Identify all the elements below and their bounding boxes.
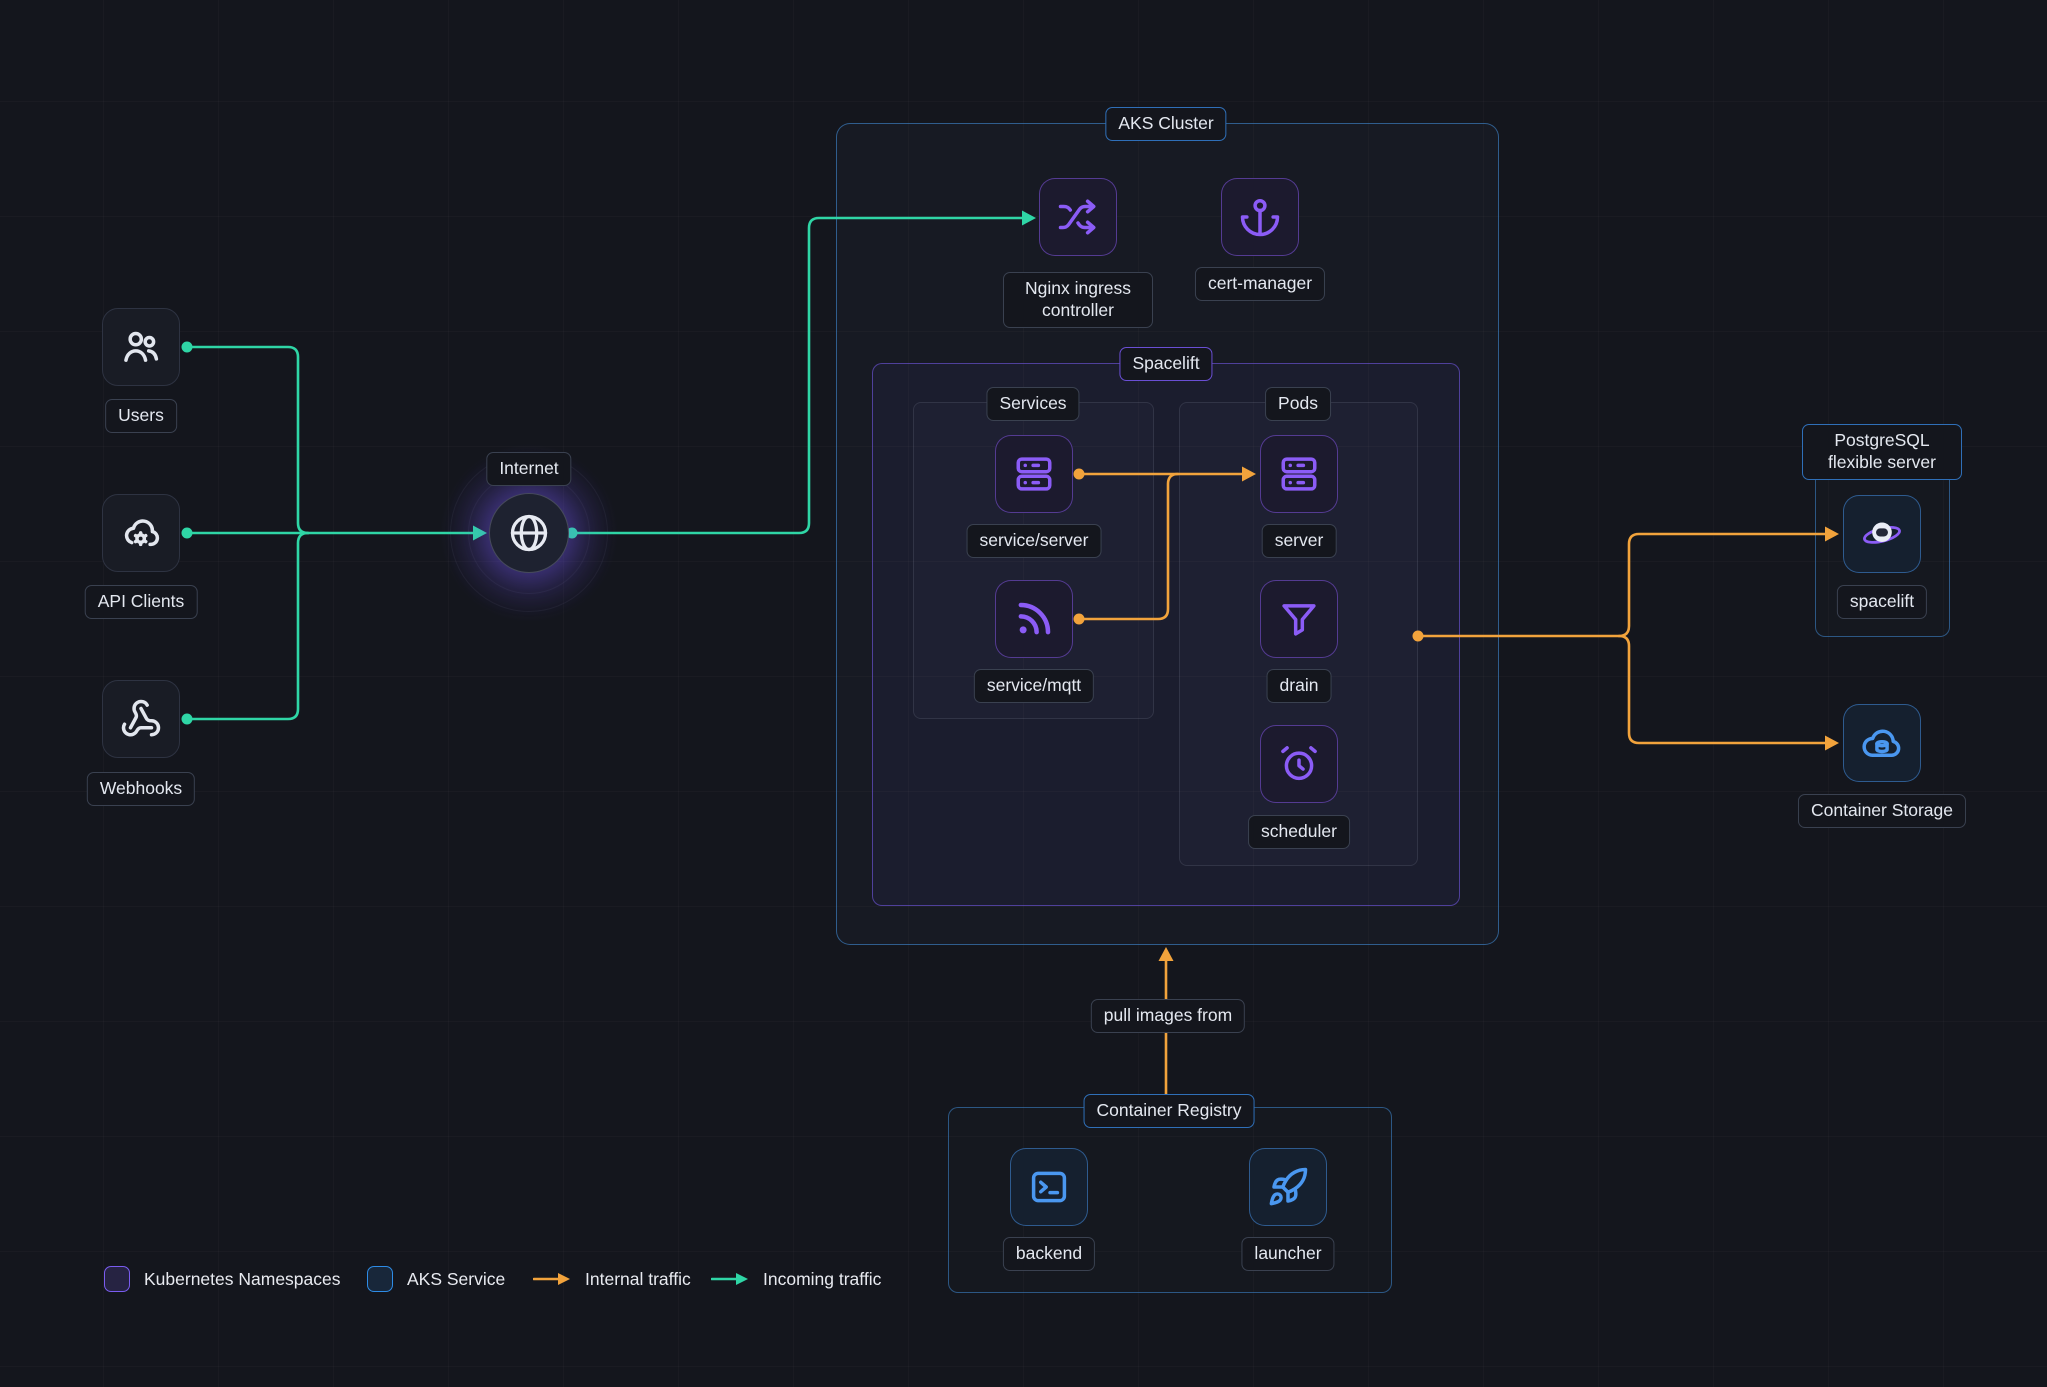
service-server-node	[995, 435, 1073, 513]
spacelift-badge: Spacelift	[1119, 347, 1212, 381]
users-label: Users	[105, 399, 177, 433]
rocket-icon	[1267, 1166, 1309, 1208]
alarm-clock-icon	[1278, 743, 1320, 785]
users-node	[102, 308, 180, 386]
legend-incoming-traffic: Incoming traffic	[711, 1253, 881, 1305]
signal-icon	[1013, 598, 1055, 640]
api-clients-node	[102, 494, 180, 572]
launcher-label: launcher	[1241, 1237, 1334, 1271]
edge-pods-to-storage	[1619, 636, 1825, 743]
legend-label: AKS Service	[407, 1269, 505, 1290]
namespace-swatch	[104, 1266, 130, 1292]
pod-drain-node	[1260, 580, 1338, 658]
astronaut-icon	[1861, 513, 1903, 555]
service-server-label: service/server	[967, 524, 1102, 558]
nginx-ingress-label: Nginx ingress controller	[1003, 272, 1153, 328]
edge-webhooks-to-internet	[187, 533, 308, 719]
edge-dot	[182, 714, 193, 725]
aks-cluster-badge: AKS Cluster	[1105, 107, 1226, 141]
nginx-ingress-node	[1039, 178, 1117, 256]
legend-kubernetes-namespaces: Kubernetes Namespaces	[104, 1253, 341, 1305]
container-storage-label: Container Storage	[1798, 794, 1966, 828]
spacelift-db-label: spacelift	[1837, 585, 1927, 619]
edge-dot	[182, 528, 193, 539]
pod-scheduler-node	[1260, 725, 1338, 803]
pod-drain-label: drain	[1267, 669, 1332, 703]
container-storage-node	[1843, 704, 1921, 782]
services-header: Services	[986, 387, 1079, 421]
server-icon	[1013, 453, 1055, 495]
spacelift-db-node	[1843, 495, 1921, 573]
webhooks-node	[102, 680, 180, 758]
launcher-node	[1249, 1148, 1327, 1226]
service-mqtt-label: service/mqtt	[974, 669, 1094, 703]
globe-icon	[507, 511, 551, 555]
users-icon	[120, 326, 162, 368]
arrowhead-into-aks	[1159, 947, 1174, 961]
edge-users-to-internet	[187, 347, 308, 533]
service-mqtt-node	[995, 580, 1073, 658]
legend-label: Incoming traffic	[763, 1269, 881, 1290]
legend-label: Kubernetes Namespaces	[144, 1269, 341, 1290]
webhook-icon	[120, 698, 162, 740]
server-icon	[1278, 453, 1320, 495]
architecture-diagram: Users API Clients Webhooks Internet AKS …	[0, 0, 2047, 1387]
backend-node	[1010, 1148, 1088, 1226]
container-registry-badge: Container Registry	[1084, 1094, 1255, 1128]
legend-internal-traffic: Internal traffic	[533, 1253, 691, 1305]
funnel-icon	[1278, 598, 1320, 640]
cert-manager-node	[1221, 178, 1299, 256]
aks-service-swatch	[367, 1266, 393, 1292]
cloud-gear-icon	[120, 512, 162, 554]
pod-server-label: server	[1262, 524, 1337, 558]
internet-node	[489, 493, 569, 573]
pod-server-node	[1260, 435, 1338, 513]
legend-label: Internal traffic	[585, 1269, 691, 1290]
pod-scheduler-label: scheduler	[1248, 815, 1350, 849]
arrowhead-into-storage	[1825, 736, 1839, 751]
cert-manager-label: cert-manager	[1195, 267, 1325, 301]
api-clients-label: API Clients	[85, 585, 198, 619]
cloud-database-icon	[1861, 722, 1903, 764]
edge-dot	[182, 342, 193, 353]
pods-header: Pods	[1265, 387, 1331, 421]
pull-images-label: pull images from	[1091, 999, 1245, 1033]
shuffle-arrows-icon	[1057, 196, 1099, 238]
internal-traffic-arrow-icon	[533, 1271, 571, 1287]
legend-aks-service: AKS Service	[367, 1253, 505, 1305]
anchor-icon	[1239, 196, 1281, 238]
postgres-badge: PostgreSQL flexible server	[1802, 424, 1962, 480]
incoming-traffic-arrow-icon	[711, 1271, 749, 1287]
internet-label: Internet	[486, 452, 571, 486]
webhooks-label: Webhooks	[87, 772, 195, 806]
backend-label: backend	[1003, 1237, 1095, 1271]
terminal-icon	[1028, 1166, 1070, 1208]
